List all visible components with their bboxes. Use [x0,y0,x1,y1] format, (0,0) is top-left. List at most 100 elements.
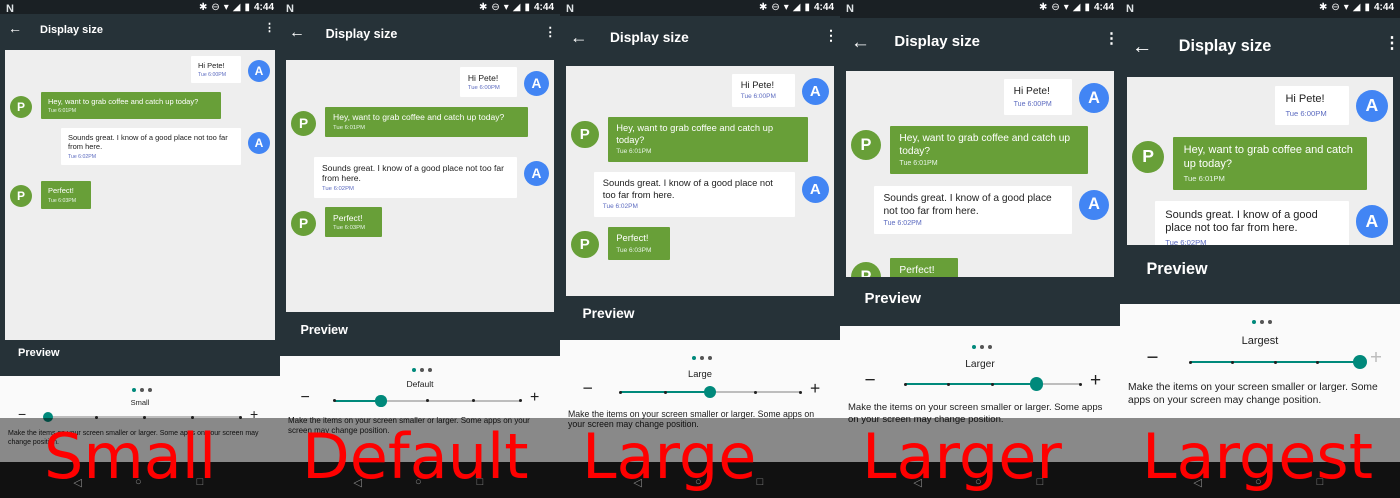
message-text: Hey, want to grab coffee and catch up to… [616,122,774,145]
bluetooth-icon: ✱ [1038,2,1048,13]
battery-icon: ▮ [1084,2,1090,13]
outgoing-bubble: Hey, want to grab coffee and catch up to… [1173,136,1367,190]
incoming-bubble: Hi Pete! Tue 6:00PM [459,66,517,97]
page-dot [700,356,704,360]
slider-thumb[interactable] [1352,354,1368,370]
message-text: Hi Pete! [467,72,499,83]
page-dot [972,345,976,349]
status-bar: N ✱ ⊖ ▾ ◢ ▮ 4:44 [1120,0,1400,18]
message-text: Sounds great. I know of a good place not… [1165,208,1318,235]
page-dot [1260,320,1264,324]
incoming-bubble: Sounds great. I know of a good place not… [874,185,1073,235]
page-title: Display size [894,33,980,51]
contact-avatar: P [10,96,32,118]
slider-tick [1316,360,1320,364]
message-text: Hey, want to grab coffee and catch up to… [333,112,505,123]
slider-thumb[interactable] [375,395,387,407]
incoming-bubble: Sounds great. I know of a good place not… [61,128,241,165]
decrease-size-button[interactable]: − [1146,347,1158,369]
slider-fill [334,399,382,402]
wifi-icon: ▾ [503,2,509,13]
page-dot [428,368,432,372]
preview-area: A Hi Pete! Tue 6:00PM P Hey, want to grab co… [286,60,554,312]
outgoing-bubble: Hey, want to grab coffee and catch up to… [889,126,1088,175]
page-indicator [132,388,152,392]
decrease-size-button[interactable]: − [864,371,875,390]
decrease-size-button[interactable]: − [301,389,310,406]
page-title: Display size [1178,36,1272,55]
dnd-icon: ⊖ [1331,2,1340,13]
app-bar: ← Display size ⋮ [280,14,560,56]
status-icons: ✱ ⊖ ▾ ◢ ▮ 4:44 [759,2,834,13]
panel-small: N ✱ ⊖ ▾ ◢ ▮ 4:44 ← Display size ⋮ A Hi Pete! Tue 6:0… [0,0,280,498]
battery-icon: ▮ [244,2,250,13]
incoming-bubble: Sounds great. I know of a good place not… [594,171,795,217]
status-bar: N ✱ ⊖ ▾ ◢ ▮ 4:44 [560,0,840,16]
message-text: Perfect! [899,265,935,277]
message-time: Tue 6:01PM [333,125,366,132]
message-text: Hi Pete! [198,61,225,70]
signal-icon: ◢ [1072,2,1081,13]
message-text: Hi Pete! [740,79,775,90]
nav-recents-icon[interactable]: □ [757,476,764,488]
contact-avatar: P [1132,140,1165,173]
increase-size-button[interactable]: + [530,389,539,406]
preview-heading: Preview [582,306,635,321]
slider-thumb[interactable] [1029,377,1044,391]
contact-avatar: P [851,262,881,277]
more-options-icon[interactable]: ⋮ [1104,31,1119,47]
slider-tick [618,390,622,394]
outgoing-bubble: Hey, want to grab coffee and catch up to… [41,92,221,120]
back-arrow-icon[interactable]: ← [1132,36,1153,58]
slider-thumb[interactable] [703,385,717,399]
status-bar: N ✱ ⊖ ▾ ◢ ▮ 4:44 [280,0,560,15]
notification-icon: N [566,3,574,15]
contact-avatar: A [1079,83,1109,114]
slider-tick [1273,360,1277,364]
battery-icon: ▮ [804,2,810,13]
decrease-size-button[interactable]: − [583,379,593,398]
slider-tick [518,399,522,403]
page-dot [420,368,424,372]
back-arrow-icon[interactable]: ← [8,21,22,35]
page-dot [1252,320,1256,324]
outgoing-bubble: Perfect!Tue 6:03PM [889,258,958,277]
contact-avatar: A [523,70,549,96]
page-dot [708,356,712,360]
contact-avatar: A [801,175,829,204]
more-options-icon[interactable]: ⋮ [1384,35,1400,51]
slider-fill [905,383,1037,386]
size-level-label: Default [406,379,434,390]
contact-avatar: A [248,132,270,154]
clock: 4:44 [813,2,834,13]
message-text: Sounds great. I know of a good place not… [68,133,228,152]
page-dot [412,368,416,372]
back-arrow-icon[interactable]: ← [570,28,588,47]
message-time: Tue 6:02PM [321,185,354,192]
page-indicator [1252,320,1272,324]
wifi-icon: ▾ [783,2,789,13]
message-time: Tue 6:02PM [602,203,638,211]
increase-size-button[interactable]: + [1090,371,1101,390]
message-text: Hey, want to grab coffee and catch up to… [48,97,199,106]
slider-tick [1078,382,1082,386]
contact-avatar: A [1355,89,1388,123]
more-options-icon[interactable]: ⋮ [264,23,275,34]
message-time: Tue 6:01PM [616,148,652,156]
message-text: Hey, want to grab coffee and catch up to… [1183,143,1353,170]
back-arrow-icon[interactable]: ← [851,33,870,52]
increase-size-button[interactable]: + [1370,347,1382,369]
more-options-icon[interactable]: ⋮ [544,26,557,39]
preview-area: A Hi Pete! Tue 6:00PM P Hey, want to grab co… [566,66,834,296]
message-time: Tue 6:02PM [68,153,97,160]
back-arrow-icon[interactable]: ← [289,25,305,41]
dnd-icon: ⊖ [771,2,780,13]
message-time: Tue 6:02PM [883,220,922,228]
preview-heading: Preview [18,347,60,359]
dnd-icon: ⊖ [1051,2,1060,13]
more-options-icon[interactable]: ⋮ [824,29,838,43]
increase-size-button[interactable]: + [810,379,820,398]
status-icons: ✱ ⊖ ▾ ◢ ▮ 4:44 [479,2,554,13]
message-time: Tue 6:00PM [467,85,500,92]
bluetooth-icon: ✱ [1318,2,1328,13]
